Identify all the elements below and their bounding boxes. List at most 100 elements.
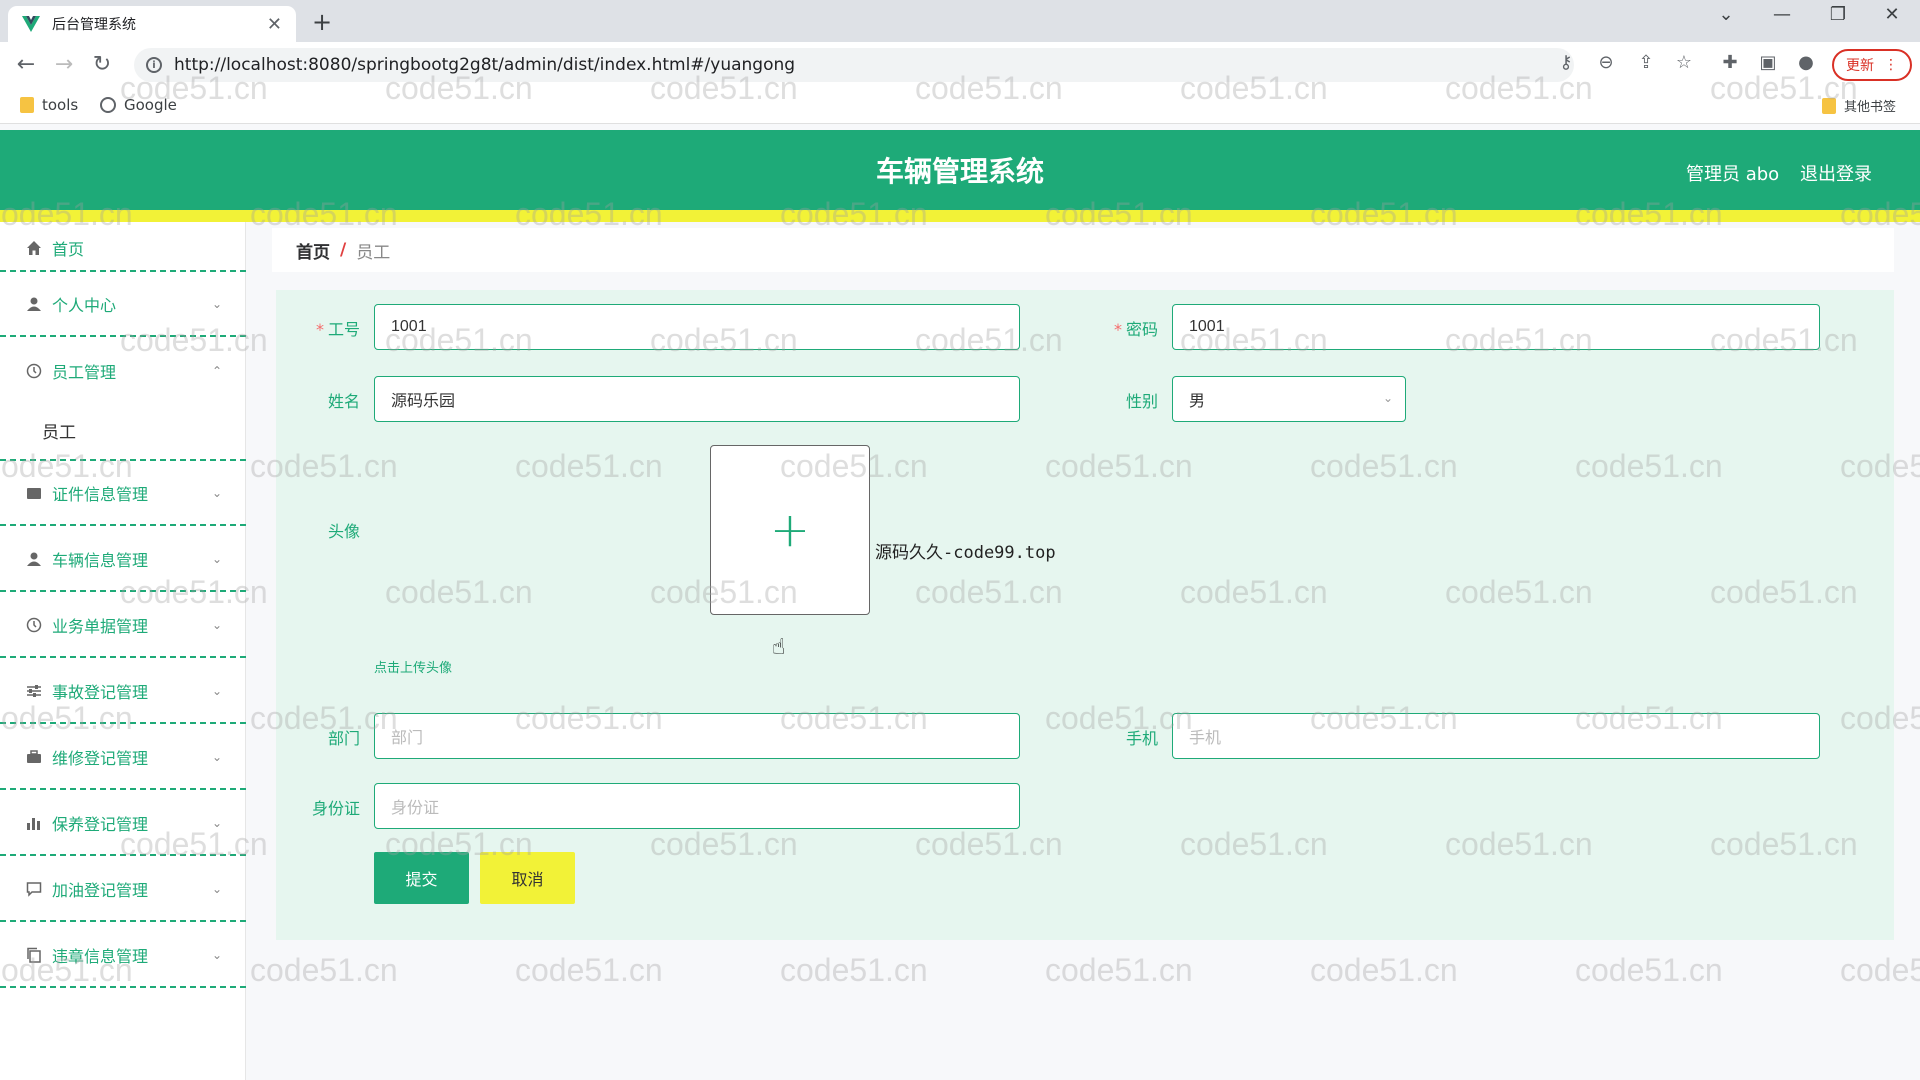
briefcase-icon	[26, 749, 42, 765]
menu-label: 个人中心	[52, 296, 117, 315]
sidebar-item-vehicle-management[interactable]: 车辆信息管理 ⌄	[0, 528, 246, 592]
sidebar-item-accident-registration[interactable]: 事故登记管理 ⌄	[0, 660, 246, 724]
other-bookmarks[interactable]: 其他书签	[1822, 96, 1896, 115]
required-mark: *	[315, 320, 324, 339]
chevron-down-icon: ⌄	[211, 816, 222, 830]
employee-no-label: * 工号	[315, 320, 360, 339]
zoom-icon[interactable]: ⊖	[1592, 52, 1620, 73]
sidebar-item-refuel-registration[interactable]: 加油登记管理 ⌄	[0, 858, 246, 922]
sidebar-item-personal-center[interactable]: 个人中心 ⌄	[0, 273, 246, 337]
menu-label: 加油登记管理	[52, 881, 149, 900]
phone-input[interactable]: 手机	[1172, 713, 1820, 759]
minimize-button[interactable]: —	[1762, 4, 1802, 25]
menu-label: 车辆信息管理	[52, 551, 149, 570]
user-icon	[26, 551, 42, 567]
password-input[interactable]: 1001	[1172, 304, 1820, 350]
chevron-up-icon: ⌃	[211, 364, 222, 378]
browser-tab[interactable]: 后台管理系统 ✕	[8, 6, 296, 42]
bookmark-tools[interactable]: tools	[20, 96, 78, 114]
sidebar: 首页 个人中心 ⌄ 员工管理 ⌃ 员工 证件信息管理 ⌄ 车辆信息管理 ⌄ 业务…	[0, 222, 246, 1080]
other-bookmarks-label: 其他书签	[1844, 100, 1897, 115]
hand-cursor-icon: ☝	[772, 635, 786, 660]
star-icon[interactable]: ☆	[1670, 52, 1698, 73]
name-input[interactable]: 源码乐园	[374, 376, 1020, 422]
globe-icon	[100, 97, 116, 113]
forward-button[interactable]: →	[50, 52, 78, 77]
app-title: 车辆管理系统	[875, 155, 1044, 188]
tab-search-icon[interactable]: ⌄	[1706, 4, 1746, 25]
logout-link[interactable]: 退出登录	[1800, 160, 1872, 186]
avatar-label: 头像	[327, 522, 360, 541]
clock-icon	[26, 363, 42, 379]
reload-button[interactable]: ↻	[88, 52, 116, 77]
required-mark: *	[1113, 320, 1122, 339]
folder-icon	[20, 97, 34, 113]
card-icon	[26, 485, 42, 501]
plus-icon: +	[769, 502, 811, 558]
share-icon[interactable]: ⇪	[1632, 52, 1660, 73]
new-tab-button[interactable]: +	[312, 8, 332, 36]
more-icon: ⋮	[1884, 57, 1898, 73]
divider	[0, 459, 246, 461]
watermark-text: code51.cn	[1310, 952, 1458, 988]
divider	[0, 270, 246, 272]
vue-logo-icon	[22, 15, 40, 33]
sidebar-item-certificate-management[interactable]: 证件信息管理 ⌄	[0, 462, 246, 526]
tab-title: 后台管理系统	[52, 17, 136, 33]
department-input[interactable]: 部门	[374, 713, 1020, 759]
chat-icon	[26, 881, 42, 897]
bookmarks-bar: tools Google 其他书签	[0, 88, 1920, 124]
sidebar-item-business-documents[interactable]: 业务单据管理 ⌄	[0, 594, 246, 658]
cancel-button[interactable]: 取消	[480, 852, 575, 904]
chevron-down-icon: ⌄	[211, 750, 222, 764]
profile-icon[interactable]: ●	[1792, 52, 1820, 73]
employee-no-input[interactable]: 1001	[374, 304, 1020, 350]
back-button[interactable]: ←	[12, 52, 40, 77]
info-icon[interactable]: i	[146, 57, 162, 73]
name-label: 姓名	[327, 392, 360, 411]
sidebar-item-employee-management[interactable]: 员工管理 ⌃	[0, 339, 246, 403]
sidebar-item-repair-registration[interactable]: 维修登记管理 ⌄	[0, 726, 246, 790]
bookmark-label: tools	[42, 96, 79, 114]
bar-chart-icon	[26, 815, 42, 831]
close-window-button[interactable]: ✕	[1872, 4, 1912, 25]
sidebar-item-maintenance-registration[interactable]: 保养登记管理 ⌄	[0, 792, 246, 856]
bookmark-google[interactable]: Google	[100, 96, 177, 114]
breadcrumb-current: 员工	[356, 242, 391, 263]
avatar-uploader[interactable]: +	[710, 445, 870, 615]
extensions-icon[interactable]: ✚	[1716, 52, 1744, 73]
id-card-label: 身份证	[311, 799, 360, 818]
update-button[interactable]: 更新 ⋮	[1832, 49, 1912, 81]
chevron-down-icon: ⌄	[211, 486, 222, 500]
upload-tip: 点击上传头像	[374, 661, 453, 676]
restore-button[interactable]: ❐	[1818, 4, 1858, 25]
chevron-down-icon: ⌄	[211, 552, 222, 566]
sidebar-subitem-employee[interactable]: 员工	[0, 405, 246, 455]
folder-icon	[1822, 97, 1836, 114]
id-card-input[interactable]: 身份证	[374, 783, 1020, 829]
breadcrumb-separator: /	[340, 240, 347, 260]
sidebar-item-home[interactable]: 首页	[0, 222, 246, 274]
home-icon	[26, 240, 42, 256]
menu-label: 证件信息管理	[52, 485, 149, 504]
menu-label: 保养登记管理	[52, 815, 149, 834]
gender-value: 男	[1189, 393, 1206, 410]
menu-label: 事故登记管理	[52, 683, 149, 702]
watermark-text: code51.cn	[515, 952, 663, 988]
sidebar-item-violation-management[interactable]: 违章信息管理 ⌄	[0, 924, 246, 988]
header-user: 管理员 abo	[1686, 164, 1780, 185]
key-icon[interactable]: ⚷	[1552, 52, 1580, 73]
menu-label: 首页	[52, 240, 85, 259]
gender-select[interactable]: 男 ⌄	[1172, 376, 1406, 422]
header-accent-strip	[0, 210, 1920, 222]
menu-label: 维修登记管理	[52, 749, 149, 768]
menu-label: 员工管理	[52, 363, 117, 382]
url-bar[interactable]: i http://localhost:8080/springbootg2g8t/…	[134, 48, 1574, 82]
tab-close-icon[interactable]: ✕	[267, 14, 282, 35]
gender-label: 性别	[1125, 392, 1158, 411]
sidepanel-icon[interactable]: ▣	[1754, 52, 1782, 73]
submit-button[interactable]: 提交	[374, 852, 469, 904]
chevron-down-icon: ⌄	[211, 948, 222, 962]
breadcrumb-home[interactable]: 首页	[296, 238, 330, 263]
user-icon	[26, 296, 42, 312]
